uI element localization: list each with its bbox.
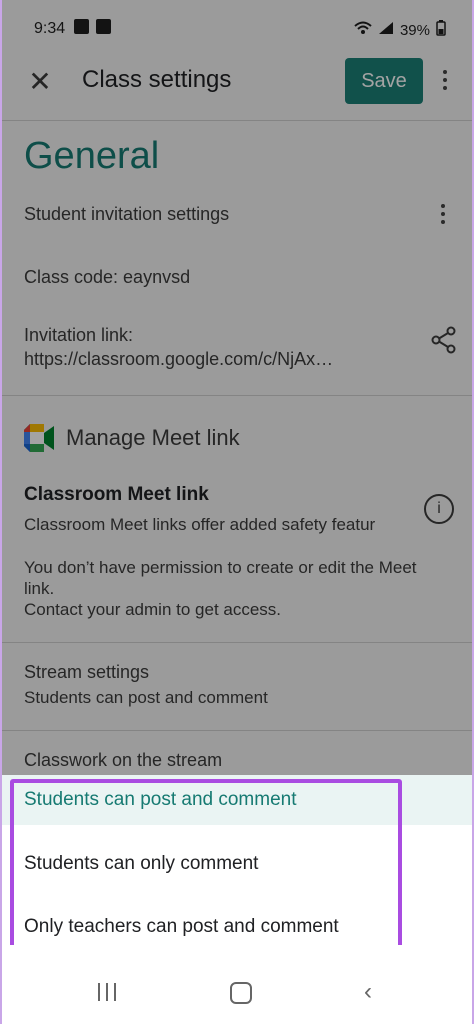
device-frame: 9:34 39% ✕ Class settings Save General S… (0, 0, 474, 1024)
status-time: 9:34 (34, 20, 66, 37)
google-meet-icon (24, 424, 54, 452)
general-heading: General (24, 135, 160, 177)
option-students-post-comment[interactable]: Students can post and comment (2, 775, 472, 825)
permission-line-3: Contact your admin to get access. (24, 600, 282, 619)
option-sheet: Students can post and comment Students c… (2, 775, 472, 945)
share-icon[interactable] (430, 326, 458, 354)
invitation-link-label: Invitation link: (24, 325, 134, 345)
more-vert-icon[interactable] (442, 70, 448, 94)
option-label: Students can only comment (24, 853, 259, 874)
page-title: Class settings (82, 66, 232, 93)
option-students-only-comment[interactable]: Students can only comment (2, 839, 472, 889)
section-divider (2, 730, 472, 731)
status-right: 39% (354, 20, 446, 40)
student-invitation-settings[interactable]: Student invitation settings (24, 204, 229, 225)
manage-meet-title: Manage Meet link (66, 425, 240, 450)
signal-icon (378, 21, 394, 39)
class-code[interactable]: Class code: eaynvsd (24, 267, 190, 288)
system-nav-bar: ‹ (2, 945, 472, 1024)
invitation-link-value[interactable]: https://classroom.google.com/c/NjAx… (24, 349, 333, 370)
classroom-meet-title: Classroom Meet link (24, 484, 209, 505)
stream-settings-value: Students can post and comment (24, 688, 268, 707)
status-bar: 9:34 39% (2, 0, 472, 58)
option-label: Only teachers can post and comment (24, 916, 339, 937)
classwork-on-stream[interactable]: Classwork on the stream (24, 750, 222, 771)
manage-meet-header: Manage Meet link (24, 424, 240, 452)
stream-settings-title[interactable]: Stream settings (24, 662, 149, 683)
classroom-meet-desc: Classroom Meet links offer added safety … (24, 515, 376, 534)
option-label: Students can post and comment (24, 789, 297, 810)
home-icon[interactable] (230, 982, 252, 1004)
section-divider (2, 642, 472, 643)
permission-line-2: link. (24, 579, 55, 598)
info-icon[interactable]: i (424, 494, 454, 524)
close-icon[interactable]: ✕ (24, 66, 56, 98)
back-icon[interactable]: ‹ (364, 980, 378, 1004)
screen: 9:34 39% ✕ Class settings Save General S… (2, 0, 472, 1024)
battery-level: 39% (399, 21, 430, 39)
save-button[interactable]: Save (345, 58, 423, 104)
permission-line-1: You don’t have permission to create or e… (24, 558, 417, 577)
battery-icon (436, 20, 446, 40)
gallery-icon (96, 19, 111, 34)
app-bar: ✕ Class settings Save (2, 58, 472, 120)
wifi-icon (354, 21, 372, 39)
message-icon (74, 19, 89, 34)
section-divider (2, 395, 472, 396)
appbar-divider (2, 120, 472, 121)
recents-icon[interactable] (96, 983, 118, 1001)
more-vert-icon[interactable] (440, 204, 446, 228)
